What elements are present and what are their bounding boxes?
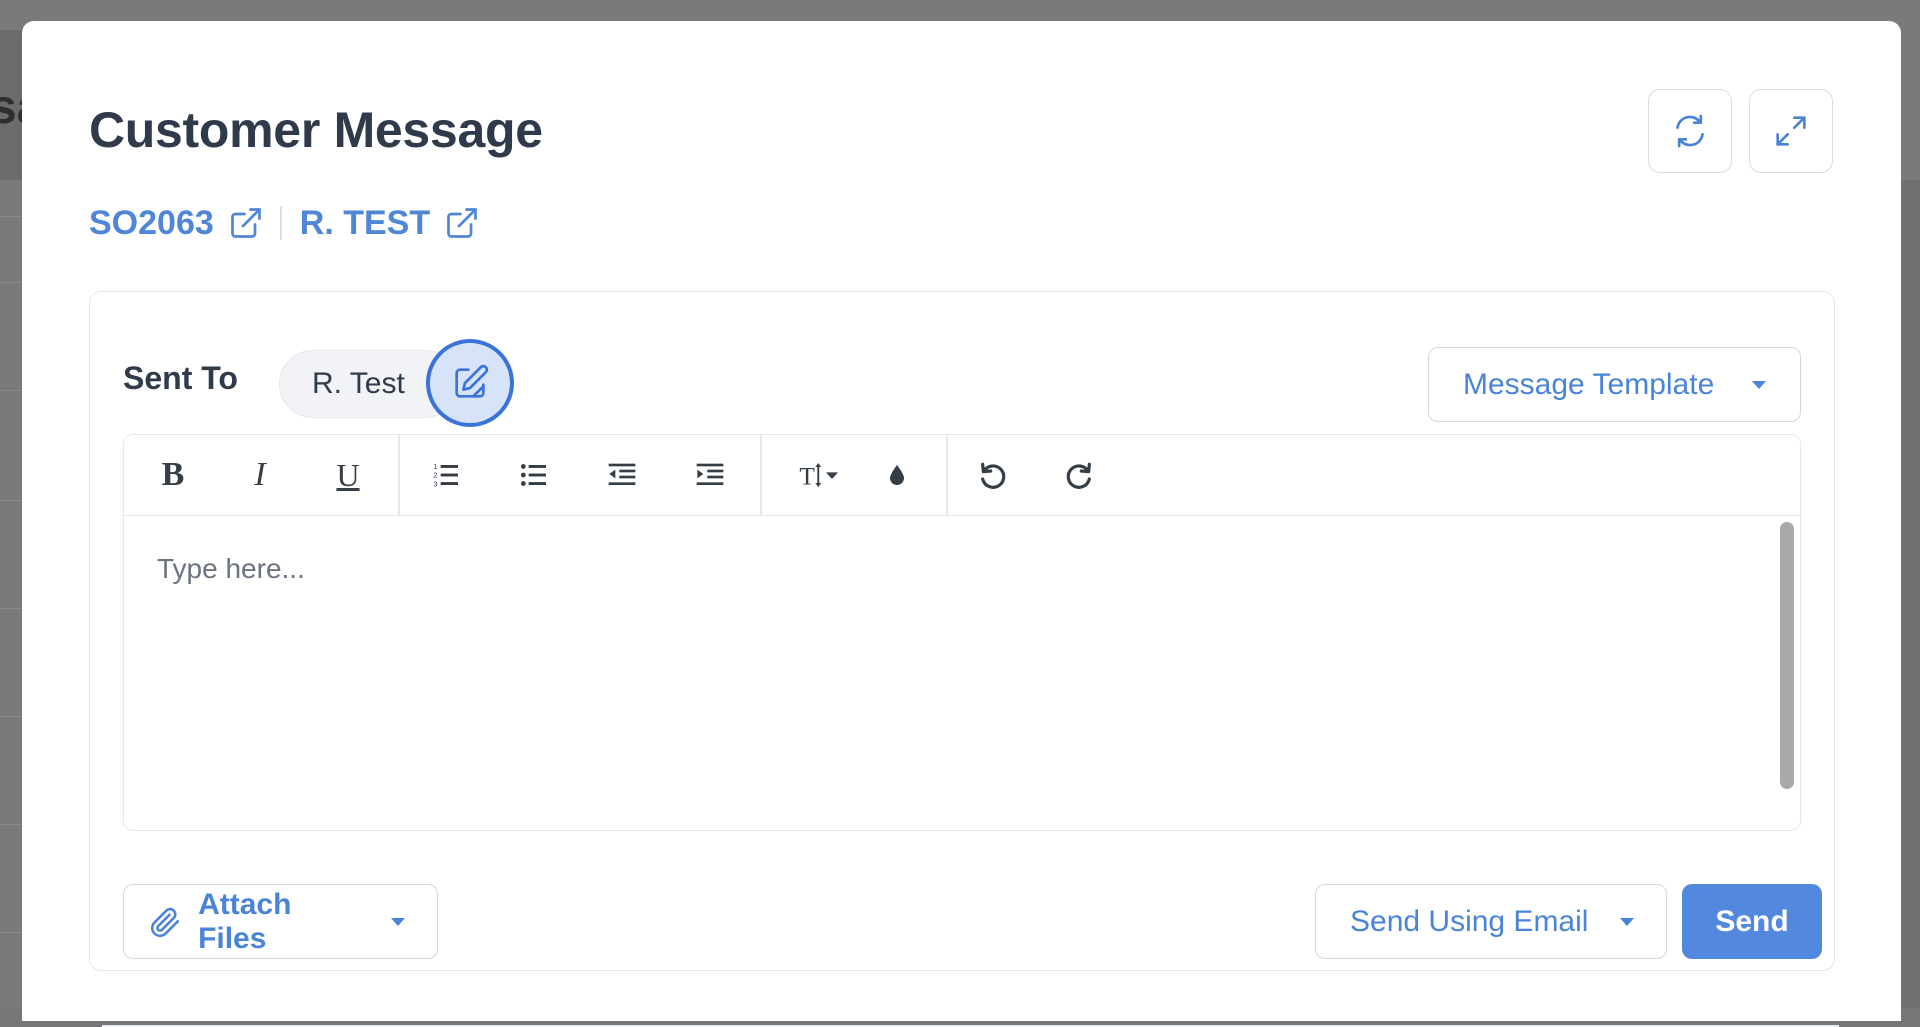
svg-text:1: 1 xyxy=(433,462,437,471)
ordered-list-button[interactable]: 1 2 3 xyxy=(416,445,476,505)
outdent-icon xyxy=(608,463,636,485)
background-divider xyxy=(0,608,22,609)
sent-to-label: Sent To xyxy=(123,360,238,396)
attach-files-button[interactable]: Attach Files xyxy=(123,884,438,959)
bold-button[interactable]: B xyxy=(143,445,203,505)
chevron-down-icon xyxy=(391,917,405,926)
link-separator xyxy=(279,206,282,240)
recipient-chip-label: R. Test xyxy=(312,367,405,400)
font-size-button[interactable]: T xyxy=(784,445,860,505)
edit-recipients-button[interactable] xyxy=(426,339,514,427)
italic-button[interactable]: I xyxy=(230,445,290,505)
svg-text:T: T xyxy=(799,462,815,490)
background-divider xyxy=(0,216,22,217)
background-divider xyxy=(0,282,22,283)
customer-name: R. TEST xyxy=(299,203,431,242)
redo-icon xyxy=(1066,462,1091,489)
paperclip-icon xyxy=(150,907,180,937)
chevron-down-icon xyxy=(1752,380,1766,389)
ordered-list-icon: 1 2 3 xyxy=(433,462,458,488)
refresh-icon xyxy=(1676,114,1704,148)
toolbar-separator xyxy=(398,435,400,515)
toolbar-separator xyxy=(760,435,762,515)
expand-icon xyxy=(1776,116,1806,146)
font-size-icon: T xyxy=(799,462,838,490)
send-using-label: Send Using Email xyxy=(1350,904,1589,938)
indent-icon xyxy=(696,463,724,485)
background-divider xyxy=(0,390,22,391)
customer-message-modal: Customer Message SO2063 R. TEST Sent To … xyxy=(22,21,1901,1027)
undo-icon xyxy=(981,462,1006,489)
text-color-button[interactable] xyxy=(867,445,927,505)
external-link-icon xyxy=(230,208,261,238)
send-button[interactable]: Send xyxy=(1682,884,1822,959)
editor-scrollbar[interactable] xyxy=(1780,522,1794,789)
editor-placeholder: Type here... xyxy=(157,553,305,584)
bullet-list-icon xyxy=(520,464,546,486)
rich-text-editor: B I U 1 2 3 T Type here... xyxy=(123,434,1801,831)
chevron-down-icon xyxy=(1620,917,1634,926)
indent-button[interactable] xyxy=(680,445,740,505)
background-divider xyxy=(0,824,22,825)
svg-text:2: 2 xyxy=(433,471,437,480)
bullet-list-button[interactable] xyxy=(504,445,564,505)
message-template-label: Message Template xyxy=(1463,367,1715,401)
editor-toolbar: B I U 1 2 3 T xyxy=(124,435,1800,516)
background-divider xyxy=(0,932,22,933)
outdent-button[interactable] xyxy=(592,445,652,505)
order-link[interactable]: SO2063 xyxy=(89,204,264,243)
message-template-dropdown[interactable]: Message Template xyxy=(1428,347,1801,422)
undo-button[interactable] xyxy=(962,445,1022,505)
toolbar-separator xyxy=(946,435,948,515)
background-divider xyxy=(0,500,22,501)
attach-files-label: Attach Files xyxy=(198,887,292,955)
background-divider xyxy=(0,716,22,717)
message-card: Sent To R. Test Message Template B I U 1… xyxy=(89,291,1835,971)
redo-button[interactable] xyxy=(1050,445,1110,505)
customer-link[interactable]: R. TEST xyxy=(300,204,480,243)
svg-text:3: 3 xyxy=(433,479,437,488)
edit-recipients-icon xyxy=(455,364,489,398)
text-color-drop-icon xyxy=(890,465,904,485)
expand-button[interactable] xyxy=(1749,89,1833,173)
background-right-strip xyxy=(1900,180,1920,1008)
send-using-email-dropdown[interactable]: Send Using Email xyxy=(1315,884,1667,959)
record-links: SO2063 R. TEST xyxy=(89,199,480,247)
order-number: SO2063 xyxy=(89,203,214,242)
message-body-input[interactable]: Type here... xyxy=(124,517,1800,830)
refresh-button[interactable] xyxy=(1648,89,1732,173)
underline-button[interactable]: U xyxy=(318,445,378,505)
page-title: Customer Message xyxy=(89,102,543,158)
external-link-icon xyxy=(447,208,477,238)
